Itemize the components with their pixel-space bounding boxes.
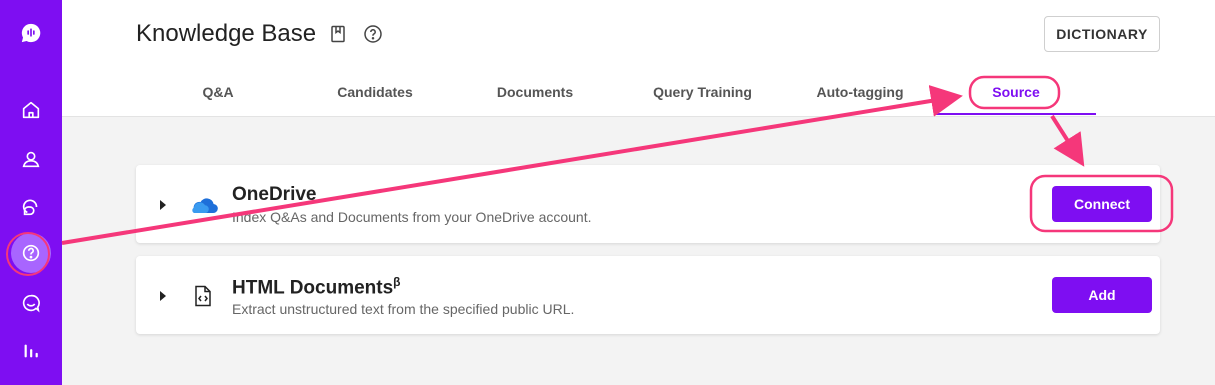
source-title: OneDrive [232, 184, 317, 205]
tab-qa[interactable]: Q&A [188, 84, 248, 100]
onedrive-cloud-icon [192, 198, 218, 214]
html-document-icon [195, 285, 211, 307]
tab-source[interactable]: Source [976, 84, 1056, 100]
annotation-arrow [1050, 114, 1085, 167]
chat-icon[interactable] [17, 289, 45, 317]
source-description: Extract unstructured text from the speci… [232, 301, 575, 317]
page-title: Knowledge Base [136, 20, 317, 47]
expand-caret-icon[interactable] [160, 200, 166, 210]
expand-caret-icon[interactable] [160, 291, 166, 301]
tab-auto-tagging[interactable]: Auto-tagging [802, 84, 918, 100]
tab-candidates[interactable]: Candidates [324, 84, 426, 100]
conversations-icon[interactable] [17, 193, 45, 221]
analytics-icon[interactable] [17, 337, 45, 365]
help-icon[interactable] [363, 24, 383, 44]
source-title: HTML Documentsβ [232, 275, 401, 299]
book-icon[interactable] [330, 25, 346, 43]
knowledge-base-icon[interactable] [11, 233, 51, 273]
active-tab-indicator [936, 113, 1096, 115]
tab-query-training[interactable]: Query Training [635, 84, 770, 100]
home-icon[interactable] [17, 96, 45, 124]
page-header: Knowledge Base DICTIONARY Q&A Candidates… [62, 0, 1215, 117]
contacts-icon[interactable] [17, 145, 45, 173]
sidebar [0, 0, 62, 385]
source-card-html-documents: HTML Documentsβ Extract unstructured tex… [136, 256, 1160, 334]
dictionary-button[interactable]: DICTIONARY [1044, 16, 1160, 52]
tab-documents[interactable]: Documents [485, 84, 585, 100]
add-button[interactable]: Add [1052, 277, 1152, 313]
beta-superscript: β [393, 275, 401, 289]
source-card-onedrive: OneDrive Index Q&As and Documents from y… [136, 165, 1160, 243]
source-title-text: HTML Documents [232, 277, 394, 299]
logo-icon[interactable] [17, 19, 45, 47]
source-description: Index Q&As and Documents from your OneDr… [232, 209, 592, 225]
connect-button[interactable]: Connect [1052, 186, 1152, 222]
